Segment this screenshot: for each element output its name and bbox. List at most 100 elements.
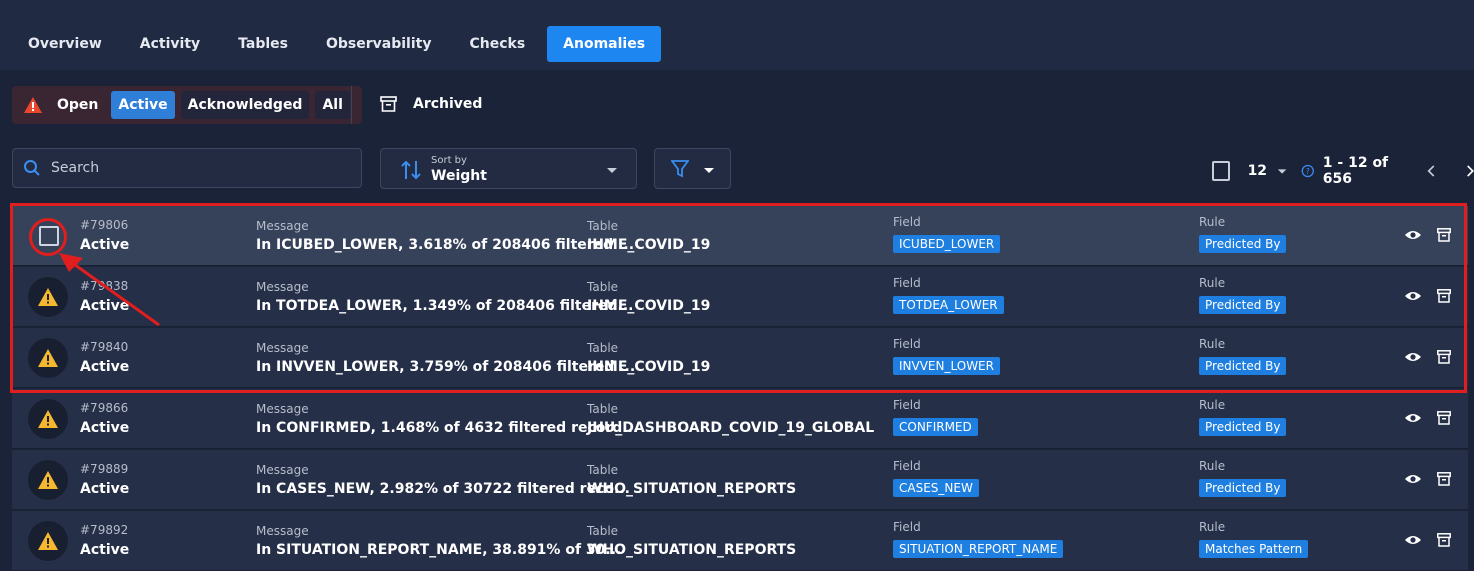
rule-chip: Predicted By [1199, 296, 1287, 314]
section-tabs: Overview Activity Tables Observability C… [12, 26, 667, 62]
field-label: Field [893, 520, 921, 534]
sort-value: Weight [431, 168, 487, 184]
message-label: Message [256, 463, 309, 477]
pagination: 12 ? 1 - 12 of 656 [1212, 155, 1474, 187]
field-label: Field [893, 215, 921, 229]
archived-label: Archived [413, 96, 483, 112]
anomaly-table: IHME_COVID_19 [587, 359, 711, 375]
search-icon [24, 160, 40, 176]
field-chip: SITUATION_REPORT_NAME [893, 540, 1064, 558]
warning-avatar [28, 460, 68, 500]
archive-icon[interactable] [1437, 228, 1451, 242]
field-chip: TOTDEA_LOWER [893, 296, 1004, 314]
anomaly-table: IHME_COVID_19 [587, 237, 711, 253]
sort-icon [401, 160, 421, 180]
anomaly-id: #79806 [80, 218, 129, 232]
anomaly-message: In TOTDEA_LOWER, 1.349% of 208406 filter… [256, 298, 634, 314]
table-row[interactable]: #79806 Active Message In ICUBED_LOWER, 3… [12, 206, 1468, 266]
table-label: Table [587, 280, 619, 294]
archive-icon[interactable] [1437, 289, 1451, 303]
archive-icon[interactable] [1437, 472, 1451, 486]
anomaly-id: #79866 [80, 401, 129, 415]
chevron-right-icon[interactable] [1466, 164, 1474, 178]
chevron-down-icon [704, 168, 714, 173]
anomaly-table: IHME_COVID_19 [587, 298, 711, 314]
message-label: Message [256, 280, 309, 294]
rule-chip: Predicted By [1199, 479, 1287, 497]
chevron-down-icon[interactable] [1277, 168, 1287, 175]
active-status-button[interactable]: Active [111, 91, 175, 119]
table-label: Table [587, 341, 619, 355]
eye-icon[interactable] [1404, 472, 1422, 486]
table-label: Table [587, 219, 619, 233]
anomaly-status: Active [80, 481, 130, 497]
filter-icon [671, 160, 689, 178]
eye-icon[interactable] [1404, 289, 1422, 303]
page-range: 1 - 12 of 656 [1322, 155, 1389, 187]
anomaly-message: In CONFIRMED, 1.468% of 4632 filtered re… [256, 420, 639, 436]
tab-tables[interactable]: Tables [222, 26, 304, 62]
tab-observability[interactable]: Observability [310, 26, 447, 62]
warning-avatar [28, 338, 68, 378]
table-label: Table [587, 463, 619, 477]
anomaly-id: #79838 [80, 279, 129, 293]
open-status-group: Open Active Acknowledged All [12, 86, 362, 124]
table-label: Table [587, 402, 619, 416]
alert-triangle-icon [24, 97, 42, 113]
message-label: Message [256, 219, 309, 233]
field-chip: INVVEN_LOWER [893, 357, 1000, 375]
tab-checks[interactable]: Checks [453, 26, 541, 62]
rule-label: Rule [1199, 276, 1226, 290]
archived-button[interactable]: Archived [380, 96, 482, 112]
archive-icon[interactable] [1437, 411, 1451, 425]
select-all-checkbox[interactable] [1212, 161, 1230, 181]
row-checkbox[interactable] [39, 226, 59, 246]
eye-icon[interactable] [1404, 411, 1422, 425]
field-chip: CONFIRMED [893, 418, 978, 436]
rule-label: Rule [1199, 459, 1226, 473]
svg-text:?: ? [1306, 167, 1310, 176]
filter-button[interactable] [654, 148, 731, 189]
warning-avatar [28, 277, 68, 317]
acknowledged-status-button[interactable]: Acknowledged [180, 91, 310, 119]
warning-icon [38, 532, 58, 550]
per-page-select[interactable]: 12 [1248, 163, 1267, 179]
archive-icon [380, 96, 397, 112]
tab-activity[interactable]: Activity [124, 26, 216, 62]
chevron-down-icon [607, 168, 617, 173]
tab-anomalies[interactable]: Anomalies [547, 26, 662, 62]
sort-dropdown[interactable]: Sort by Weight [380, 148, 637, 189]
warning-icon [38, 288, 58, 306]
anomaly-status: Active [80, 359, 130, 375]
anomaly-status: Active [80, 420, 130, 436]
help-icon[interactable]: ? [1301, 163, 1315, 179]
eye-icon[interactable] [1404, 350, 1422, 364]
archive-icon[interactable] [1437, 533, 1451, 547]
tab-overview[interactable]: Overview [12, 26, 118, 62]
warning-avatar [28, 521, 68, 561]
table-row[interactable]: #79840 Active Message In INVVEN_LOWER, 3… [12, 328, 1468, 388]
anomaly-message: In CASES_NEW, 2.982% of 30722 filtered r… [256, 481, 630, 497]
anomaly-message: In ICUBED_LOWER, 3.618% of 208406 filter… [256, 237, 635, 253]
chevron-left-icon[interactable] [1427, 164, 1435, 178]
sort-label: Sort by [431, 155, 467, 166]
table-row[interactable]: #79838 Active Message In TOTDEA_LOWER, 1… [12, 267, 1468, 327]
table-row[interactable]: #79866 Active Message In CONFIRMED, 1.46… [12, 389, 1468, 449]
status-filter-bar: Open Active Acknowledged All [12, 86, 362, 124]
eye-icon[interactable] [1404, 533, 1422, 547]
table-row[interactable]: #79892 Active Message In SITUATION_REPOR… [12, 511, 1468, 571]
message-label: Message [256, 341, 309, 355]
anomaly-message: In INVVEN_LOWER, 3.759% of 208406 filter… [256, 359, 636, 375]
anomaly-id: #79840 [80, 340, 129, 354]
search-input[interactable] [49, 159, 333, 177]
anomaly-id: #79889 [80, 462, 129, 476]
open-status-button[interactable]: Open [50, 91, 105, 119]
archive-icon[interactable] [1437, 350, 1451, 364]
all-status-button[interactable]: All [315, 91, 350, 119]
eye-icon[interactable] [1404, 228, 1422, 242]
anomaly-id: #79892 [80, 523, 129, 537]
table-row[interactable]: #79889 Active Message In CASES_NEW, 2.98… [12, 450, 1468, 510]
warning-icon [38, 349, 58, 367]
field-label: Field [893, 398, 921, 412]
anomaly-status: Active [80, 237, 130, 253]
